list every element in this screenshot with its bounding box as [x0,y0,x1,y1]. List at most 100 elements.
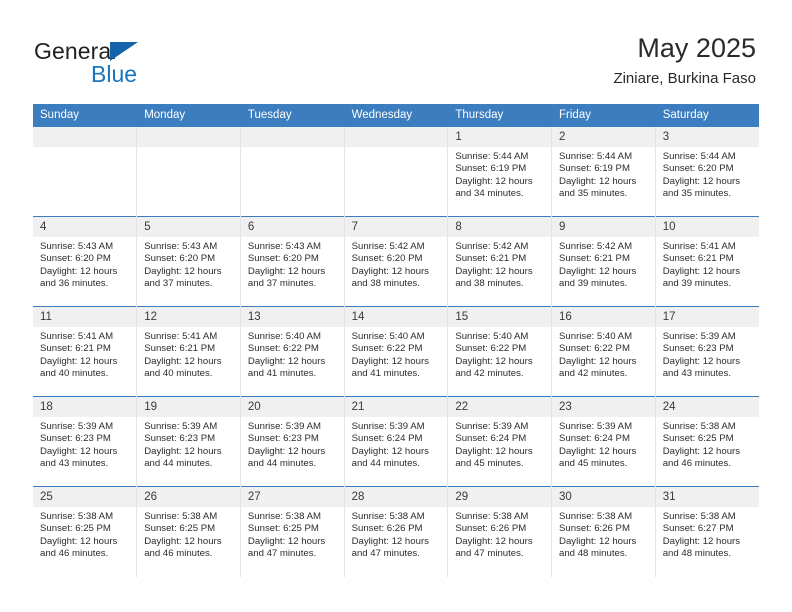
sunrise-text: Sunrise: 5:42 AM [351,241,425,252]
day-details: Sunrise: 5:38 AM Sunset: 6:25 PM Daylight:… [137,507,240,561]
day-details: Sunrise: 5:39 AM Sunset: 6:24 PM Daylight:… [448,417,551,471]
daylight-text-line1: Daylight: 12 hours [144,535,222,547]
day-number: 6 [240,217,344,237]
sunrise-text: Sunrise: 5:39 AM [455,421,529,432]
calendar-day-cell[interactable]: 12 Sunrise: 5:41 AM Sunset: 6:21 PM Dayligh… [136,306,241,397]
daylight-text-line1: Daylight: 12 hours [455,445,533,457]
page-title: May 2025 [637,33,756,63]
sunset-text: Sunset: 6:21 PM [559,253,630,265]
sunrise-text: Sunrise: 5:42 AM [455,241,529,252]
day-number: 15 [448,307,552,327]
daylight-text-line1: Daylight: 12 hours [247,265,326,277]
calendar-day-cell[interactable]: 25 Sunrise: 5:38 AM Sunset: 6:25 PM Dayligh… [33,486,138,577]
sunset-text: Sunset: 6:24 PM [351,433,423,445]
day-number: 2 [552,127,655,147]
daylight-text-line2: and 42 minutes. [559,368,628,380]
daylight-text-line2: and 38 minutes. [351,278,420,290]
day-number: 17 [655,307,759,327]
daylight-text-line2: and 44 minutes. [351,458,420,470]
calendar-day-cell[interactable]: 29 Sunrise: 5:38 AM Sunset: 6:26 PM Dayligh… [447,486,553,577]
calendar-day-cell[interactable]: 4 Sunrise: 5:43 AM Sunset: 6:20 PM Daylight… [33,216,138,307]
calendar-day-cell[interactable]: 5 Sunrise: 5:43 AM Sunset: 6:20 PM Daylight… [136,216,241,307]
sunset-text: Sunset: 6:22 PM [455,343,527,355]
day-details: Sunrise: 5:39 AM Sunset: 6:23 PM Daylight:… [656,327,759,381]
day-number: 10 [655,217,759,237]
calendar-day-cell[interactable]: 10 Sunrise: 5:41 AM Sunset: 6:21 PM Dayligh… [655,216,759,307]
daylight-text-line2: and 42 minutes. [455,368,524,380]
calendar-table: Sunday Monday Tuesday Wednesday Thursday… [33,104,759,577]
calendar-day-cell[interactable]: 22 Sunrise: 5:39 AM Sunset: 6:24 PM Dayligh… [447,396,553,487]
calendar-day-cell[interactable]: 8 Sunrise: 5:42 AM Sunset: 6:21 PM Daylight… [447,216,553,307]
daylight-text-line2: and 45 minutes. [559,458,628,470]
daylight-text-line2: and 35 minutes. [662,188,731,200]
daylight-text-line1: Daylight: 12 hours [559,445,637,457]
calendar-day-cell[interactable]: 11 Sunrise: 5:41 AM Sunset: 6:21 PM Dayligh… [33,306,138,397]
sunset-text: Sunset: 6:24 PM [559,433,630,445]
calendar-header-row: Sunday Monday Tuesday Wednesday Thursday… [33,104,759,127]
day-details: Sunrise: 5:38 AM Sunset: 6:26 PM Daylight:… [345,507,448,561]
sunset-text: Sunset: 6:26 PM [455,523,527,535]
day-number: 13 [240,307,344,327]
calendar-day-cell[interactable]: 24 Sunrise: 5:38 AM Sunset: 6:25 PM Dayligh… [655,396,759,487]
calendar-day-cell[interactable]: 3 Sunrise: 5:44 AM Sunset: 6:20 PM Daylight… [655,126,759,217]
calendar-day-cell[interactable]: 15 Sunrise: 5:40 AM Sunset: 6:22 PM Dayligh… [447,306,553,397]
day-details: Sunrise: 5:38 AM Sunset: 6:25 PM Daylight:… [33,507,136,561]
calendar-day-cell[interactable]: 26 Sunrise: 5:38 AM Sunset: 6:25 PM Dayligh… [136,486,241,577]
daylight-text-line2: and 47 minutes. [247,548,317,560]
daylight-text-line1: Daylight: 12 hours [662,535,741,547]
calendar-day-cell[interactable]: 1 Sunrise: 5:44 AM Sunset: 6:19 PM Daylight… [447,126,553,217]
daylight-text-line1: Daylight: 12 hours [351,355,429,367]
calendar-day-cell[interactable]: 28 Sunrise: 5:38 AM Sunset: 6:26 PM Dayligh… [344,486,449,577]
sunset-text: Sunset: 6:25 PM [662,433,734,445]
sunrise-text: Sunrise: 5:38 AM [662,511,736,522]
calendar-day-cell[interactable]: 19 Sunrise: 5:39 AM Sunset: 6:23 PM Dayligh… [136,396,241,487]
sunset-text: Sunset: 6:20 PM [662,163,734,175]
day-number: 16 [552,307,655,327]
day-number: 3 [655,127,759,147]
daylight-text-line2: and 34 minutes. [455,188,524,200]
daylight-text-line2: and 41 minutes. [351,368,420,380]
calendar-day-cell[interactable]: 9 Sunrise: 5:42 AM Sunset: 6:21 PM Daylight… [551,216,656,307]
page-header: General Blue May 2025 Ziniare, Burkina F… [0,0,792,104]
calendar-day-cell[interactable]: 17 Sunrise: 5:39 AM Sunset: 6:23 PM Dayligh… [655,306,759,397]
calendar-day-cell[interactable]: 7 Sunrise: 5:42 AM Sunset: 6:20 PM Daylight… [344,216,449,307]
calendar-day-cell[interactable]: 23 Sunrise: 5:39 AM Sunset: 6:24 PM Dayligh… [551,396,656,487]
calendar-day-cell[interactable]: 20 Sunrise: 5:39 AM Sunset: 6:23 PM Dayligh… [240,396,345,487]
general-blue-logo[interactable]: General Blue [34,38,234,90]
sunset-text: Sunset: 6:22 PM [351,343,423,355]
title-block: May 2025 Ziniare, Burkina Faso [613,32,756,89]
calendar-day-cell[interactable]: 18 Sunrise: 5:39 AM Sunset: 6:23 PM Dayligh… [33,396,138,487]
calendar-cell-empty [344,126,449,217]
calendar-day-cell[interactable]: 6 Sunrise: 5:43 AM Sunset: 6:20 PM Daylight… [240,216,345,307]
sunset-text: Sunset: 6:20 PM [247,253,319,265]
calendar-day-cell[interactable]: 30 Sunrise: 5:38 AM Sunset: 6:26 PM Dayligh… [551,486,656,577]
calendar-day-cell[interactable]: 27 Sunrise: 5:38 AM Sunset: 6:25 PM Dayligh… [240,486,345,577]
daylight-text-line2: and 36 minutes. [40,278,109,290]
day-number: 4 [33,217,137,237]
sunset-text: Sunset: 6:25 PM [247,523,319,535]
sunrise-text: Sunrise: 5:43 AM [144,241,218,252]
daylight-text-line2: and 47 minutes. [351,548,420,560]
daylight-text-line1: Daylight: 12 hours [144,355,222,367]
daylight-text-line1: Daylight: 12 hours [247,355,326,367]
sunset-text: Sunset: 6:21 PM [144,343,216,355]
daylight-text-line2: and 37 minutes. [144,278,213,290]
sunrise-text: Sunrise: 5:39 AM [662,331,736,342]
daylight-text-line1: Daylight: 12 hours [559,265,637,277]
daylight-text-line2: and 46 minutes. [144,548,213,560]
daylight-text-line2: and 44 minutes. [247,458,317,470]
calendar-day-cell[interactable]: 31 Sunrise: 5:38 AM Sunset: 6:27 PM Dayligh… [655,486,759,577]
sunrise-text: Sunrise: 5:38 AM [144,511,218,522]
calendar-day-cell[interactable]: 21 Sunrise: 5:39 AM Sunset: 6:24 PM Dayligh… [344,396,449,487]
day-details: Sunrise: 5:40 AM Sunset: 6:22 PM Daylight:… [345,327,448,381]
calendar-day-cell[interactable]: 16 Sunrise: 5:40 AM Sunset: 6:22 PM Dayligh… [551,306,656,397]
calendar-day-cell[interactable]: 13 Sunrise: 5:40 AM Sunset: 6:22 PM Dayligh… [240,306,345,397]
calendar-week-row: 11 Sunrise: 5:41 AM Sunset: 6:21 PM Dayligh… [33,306,759,397]
calendar-day-cell[interactable]: 2 Sunrise: 5:44 AM Sunset: 6:19 PM Daylight… [551,126,656,217]
daylight-text-line1: Daylight: 12 hours [351,535,429,547]
sunrise-text: Sunrise: 5:41 AM [40,331,114,342]
daylight-text-line2: and 39 minutes. [662,278,731,290]
day-number: 20 [240,397,344,417]
sunrise-text: Sunrise: 5:40 AM [559,331,633,342]
calendar-day-cell[interactable]: 14 Sunrise: 5:40 AM Sunset: 6:22 PM Dayligh… [344,306,449,397]
